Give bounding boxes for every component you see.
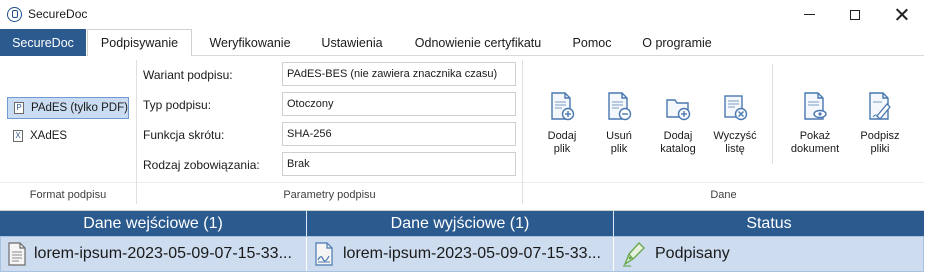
clear-list-label-1: Wyczyść	[713, 130, 757, 142]
tab-securedoc[interactable]: SecureDoc	[0, 29, 86, 56]
hash-function-field[interactable]: SHA-256	[282, 122, 516, 146]
button-divider	[772, 64, 773, 164]
format-pades-option[interactable]: P PAdES (tylko PDF)	[7, 97, 129, 119]
tab-ustawienia[interactable]: Ustawienia	[308, 29, 396, 56]
remove-file-icon	[608, 92, 632, 121]
clear-list-icon	[724, 95, 748, 121]
status-cell: Podpisany	[621, 237, 921, 271]
column-header-status[interactable]: Status	[614, 211, 924, 236]
signature-type-label: Typ podpisu:	[143, 98, 212, 112]
close-icon	[895, 8, 908, 21]
show-document-icon	[804, 92, 827, 120]
tab-odnowienie-certyfikatu[interactable]: Odnowienie certyfikatu	[400, 29, 556, 56]
pdf-file-icon: P	[14, 102, 24, 114]
signature-variant-field[interactable]: PAdES-BES (nie zawiera znacznika czasu)	[282, 62, 516, 86]
add-file-label-1: Dodaj	[547, 130, 577, 142]
ribbon-group-label-divider	[0, 182, 928, 183]
sign-files-label-2: pliki	[870, 143, 890, 155]
column-header-output[interactable]: Dane wyjściowe (1)	[307, 211, 613, 236]
input-file-name: lorem-ipsum-2023-05-09-07-15-33...	[34, 245, 292, 262]
maximize-icon	[850, 9, 860, 20]
maximize-button[interactable]	[832, 0, 878, 29]
output-file-cell: lorem-ipsum-2023-05-09-07-15-33...	[314, 237, 612, 271]
add-file-icon	[551, 92, 575, 121]
commitment-type-label: Rodzaj zobowiązania:	[143, 158, 260, 172]
table-row[interactable]: lorem-ipsum-2023-05-09-07-15-33... lorem…	[0, 236, 924, 272]
document-icon	[8, 242, 26, 266]
signed-pen-icon	[623, 241, 645, 267]
show-document-label-2: dokument	[790, 143, 840, 155]
minimize-button[interactable]	[786, 0, 832, 29]
add-folder-label-2: katalog	[660, 143, 696, 155]
tab-weryfikowanie[interactable]: Weryfikowanie	[196, 29, 304, 56]
signature-type-field[interactable]: Otoczony	[282, 92, 516, 116]
app-logo-icon	[7, 7, 22, 22]
minimize-icon	[803, 13, 815, 16]
add-file-label-2: plik	[553, 143, 571, 155]
show-document-label-1: Pokaż	[799, 130, 831, 142]
tab-pomoc[interactable]: Pomoc	[560, 29, 624, 56]
sign-files-label-1: Podpisz	[860, 130, 900, 142]
output-file-name: lorem-ipsum-2023-05-09-07-15-33...	[343, 245, 601, 262]
ribbon-panel: P PAdES (tylko PDF) X XAdES Format podpi…	[0, 56, 928, 211]
tab-o-programie[interactable]: O programie	[628, 29, 726, 56]
commitment-type-field[interactable]: Brak	[282, 152, 516, 176]
input-file-cell: lorem-ipsum-2023-05-09-07-15-33...	[7, 237, 305, 271]
file-table-header: Dane wejściowe (1) Dane wyjściowe (1) St…	[0, 211, 924, 236]
cell-divider	[306, 237, 307, 271]
format-xades-label: XAdES	[30, 130, 68, 142]
params-group-label: Parametry podpisu	[283, 189, 376, 201]
cell-divider	[613, 237, 614, 271]
group-divider	[522, 60, 523, 204]
data-group-label: Dane	[710, 189, 737, 201]
format-pades-label: PAdES (tylko PDF)	[31, 102, 128, 114]
window-right-edge	[924, 0, 928, 278]
remove-file-label-2: plik	[610, 143, 628, 155]
remove-file-label-1: Usuń	[606, 130, 632, 142]
tab-podpisywanie[interactable]: Podpisywanie	[87, 29, 192, 57]
xml-file-icon: X	[13, 130, 23, 142]
signature-variant-label: Wariant podpisu:	[143, 68, 233, 82]
window-title: SecureDoc	[28, 7, 88, 21]
add-folder-icon	[666, 99, 691, 121]
ribbon-tab-bar: SecureDoc Podpisywanie Weryfikowanie Ust…	[0, 29, 928, 57]
clear-list-label-2: listę	[725, 143, 745, 155]
status-text: Podpisany	[655, 245, 730, 262]
signed-document-icon	[315, 242, 333, 266]
add-folder-label-1: Dodaj	[663, 130, 693, 142]
format-group-label: Format podpisu	[29, 189, 107, 201]
hash-function-label: Funkcja skrótu:	[143, 128, 225, 142]
close-button[interactable]	[878, 0, 924, 29]
group-divider	[136, 60, 137, 204]
column-header-input[interactable]: Dane wejściowe (1)	[0, 211, 306, 236]
title-bar: SecureDoc	[0, 0, 928, 29]
sign-files-icon	[869, 92, 891, 120]
format-xades-option[interactable]: X XAdES	[7, 125, 67, 147]
